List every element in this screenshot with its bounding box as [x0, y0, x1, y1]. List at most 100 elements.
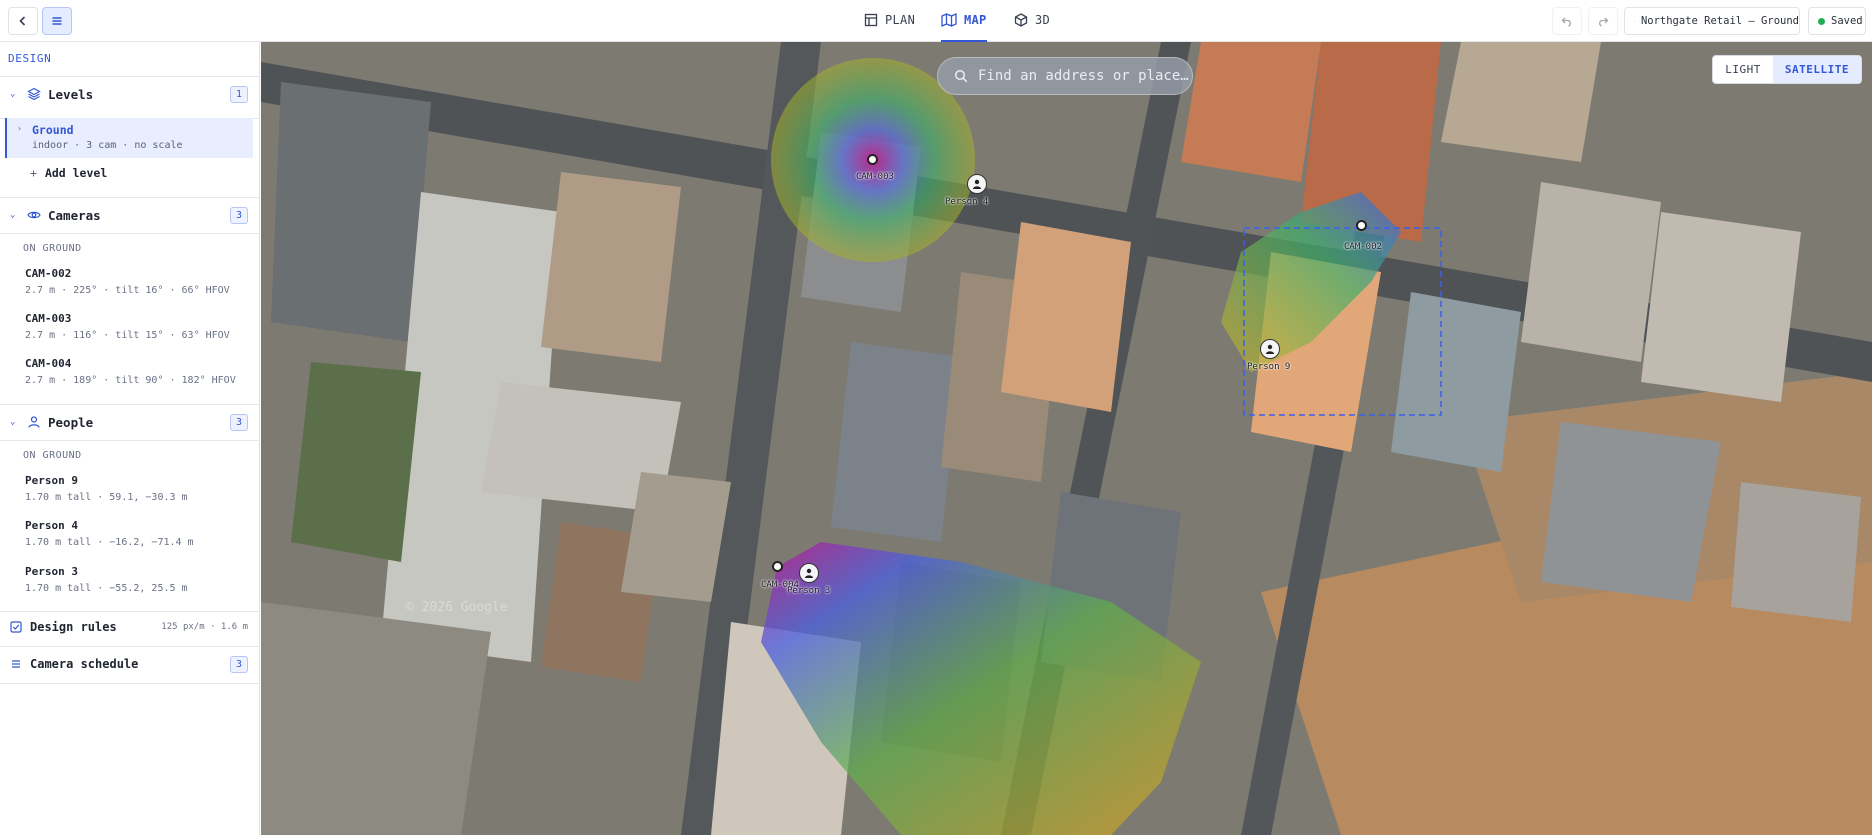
list-icon: [12, 660, 20, 668]
project-selector[interactable]: Northgate Retail — Ground: [1624, 7, 1800, 35]
levels-section-header[interactable]: ⌄ Levels 1: [0, 79, 260, 109]
project-name: Northgate Retail — Ground: [1640, 15, 1799, 27]
person-marker-label: Person 3: [787, 586, 831, 596]
divider: [0, 404, 260, 405]
camera-item[interactable]: CAM-003 2.7 m · 116° · tilt 15° · 63° HF…: [25, 312, 255, 341]
divider: [0, 683, 260, 684]
chevron-down-icon: ⌄: [10, 210, 16, 220]
person-icon: [973, 179, 981, 189]
camera-meta: 2.7 m · 189° · tilt 90° · 182° HFOV: [25, 375, 236, 386]
layer-option-light[interactable]: LIGHT: [1713, 56, 1773, 83]
map-watermark: © 2026 Google: [406, 600, 508, 615]
person-item[interactable]: Person 3 1.70 m tall · −55.2, 25.5 m: [25, 565, 255, 594]
camera-marker[interactable]: [1356, 220, 1367, 231]
chevron-left-icon: [19, 16, 26, 26]
divider: [0, 76, 260, 77]
person-item[interactable]: Person 9 1.70 m tall · 59.1, −30.3 m: [25, 474, 255, 503]
person-name: Person 3: [25, 565, 78, 578]
camera-marker[interactable]: [772, 561, 783, 572]
undo-button[interactable]: [1552, 7, 1582, 35]
camera-meta: 2.7 m · 116° · tilt 15° · 63° HFOV: [25, 330, 230, 341]
camera-name: CAM-002: [25, 267, 72, 280]
person-meta: 1.70 m tall · −16.2, −71.4 m: [25, 537, 194, 548]
camera-meta: 2.7 m · 225° · tilt 16° · 66° HFOV: [25, 285, 230, 296]
back-button[interactable]: [8, 7, 38, 35]
camera-marker[interactable]: [867, 154, 878, 165]
person-item[interactable]: Person 4 1.70 m tall · −16.2, −71.4 m: [25, 519, 255, 548]
add-level-label: Add level: [44, 166, 108, 180]
camera-schedule-title: Camera schedule: [30, 657, 139, 671]
people-title: People: [48, 414, 94, 430]
person-name: Person 9: [25, 474, 78, 487]
design-rules-meta: 125 px/m · 1.6 m: [161, 622, 248, 632]
map-canvas[interactable]: Find an address or place… LIGHT SATELLIT…: [261, 42, 1872, 835]
save-status: Saved: [1808, 7, 1866, 35]
folder-icon: [1634, 20, 1635, 22]
level-name: Ground: [32, 123, 74, 137]
people-section-header[interactable]: ⌄ People 3: [0, 407, 260, 437]
sidebar-heading: DESIGN: [8, 52, 52, 65]
sidebar-toggle-button[interactable]: [42, 7, 72, 35]
camera-name: CAM-003: [25, 312, 72, 325]
tab-plan-label: PLAN: [885, 13, 916, 27]
camera-marker-label: CAM-002: [1344, 242, 1382, 252]
person-icon: [28, 416, 40, 428]
person-name: Person 4: [25, 519, 78, 532]
design-rules-title: Design rules: [30, 620, 117, 634]
redo-button[interactable]: [1588, 7, 1618, 35]
person-meta: 1.70 m tall · −55.2, 25.5 m: [25, 583, 188, 594]
status-dot: [1818, 17, 1825, 25]
add-level-button[interactable]: + Add level: [30, 166, 107, 180]
map-icon: [941, 13, 957, 27]
divider: [0, 197, 260, 198]
camera-marker-label: CAM-003: [856, 172, 894, 182]
sidebar: DESIGN ⌄ Levels 1 › Ground indoor · 3 ca…: [0, 42, 260, 835]
save-status-label: Saved: [1831, 15, 1863, 27]
person-marker[interactable]: [799, 563, 819, 583]
person-marker[interactable]: [967, 174, 987, 194]
plan-icon: [864, 13, 878, 27]
tab-3d-label: 3D: [1035, 13, 1051, 27]
person-meta: 1.70 m tall · 59.1, −30.3 m: [25, 492, 188, 503]
level-meta: indoor · 3 cam · no scale: [32, 140, 183, 151]
cameras-count-badge: 3: [230, 206, 248, 224]
levels-count-badge: 1: [230, 85, 248, 103]
divider: [0, 646, 260, 647]
chevron-down-icon: ⌄: [10, 417, 16, 427]
layer-option-satellite[interactable]: SATELLITE: [1772, 56, 1861, 83]
tab-3d[interactable]: 3D: [1014, 0, 1050, 40]
level-item-ground[interactable]: › Ground indoor · 3 cam · no scale: [5, 118, 253, 158]
person-marker[interactable]: [1260, 339, 1280, 359]
person-icon: [1266, 344, 1274, 354]
divider: [0, 440, 260, 441]
divider: [0, 233, 260, 234]
top-bar: PLAN MAP 3D Northgate Retail — Ground Sa…: [0, 0, 1872, 42]
map-search-input[interactable]: Find an address or place…: [937, 57, 1193, 95]
camera-item[interactable]: CAM-004 2.7 m · 189° · tilt 90° · 182° H…: [25, 357, 255, 386]
people-group-label: ON GROUND: [23, 450, 82, 461]
satellite-imagery: [261, 42, 1872, 835]
cameras-group-label: ON GROUND: [23, 243, 82, 254]
cameras-section-header[interactable]: ⌄ Cameras 3: [0, 200, 260, 230]
map-search-placeholder: Find an address or place…: [978, 68, 1189, 84]
person-marker-label: Person 4: [945, 197, 989, 207]
camera-schedule-row[interactable]: Camera schedule 3: [0, 649, 260, 679]
cameras-title: Cameras: [48, 207, 101, 223]
tab-plan[interactable]: PLAN: [864, 0, 915, 40]
camera-item[interactable]: CAM-002 2.7 m · 225° · tilt 16° · 66° HF…: [25, 267, 255, 296]
design-rules-row[interactable]: Design rules 125 px/m · 1.6 m: [0, 612, 260, 642]
undo-icon: [1561, 17, 1571, 27]
chevron-right-icon: ›: [17, 124, 22, 133]
eye-icon: [27, 211, 41, 219]
camera-name: CAM-004: [25, 357, 72, 370]
menu-icon: [52, 17, 62, 25]
cube-icon: [1014, 13, 1028, 27]
checkbox-icon: [10, 621, 22, 633]
person-icon: [805, 568, 813, 578]
tab-map[interactable]: MAP: [941, 0, 987, 42]
layers-icon: [27, 87, 41, 101]
person-marker-label: Person 9: [1247, 362, 1291, 372]
map-layer-toggle[interactable]: LIGHT SATELLITE: [1712, 55, 1862, 84]
camera-schedule-count-badge: 3: [230, 655, 248, 673]
people-count-badge: 3: [230, 413, 248, 431]
